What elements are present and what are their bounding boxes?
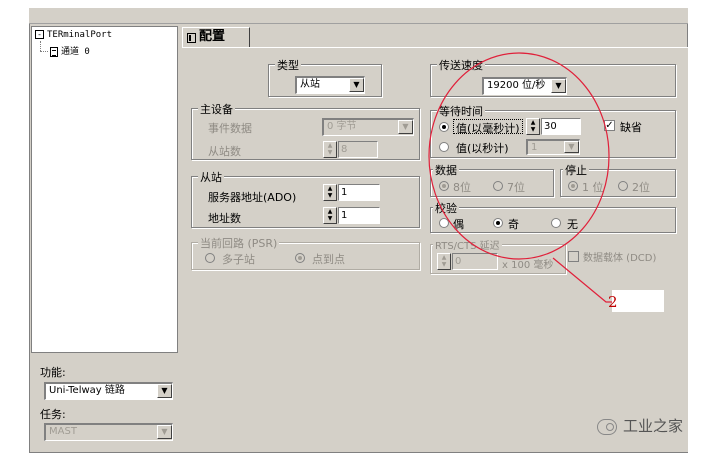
wechat-icon xyxy=(597,418,617,435)
annotation-circle xyxy=(428,52,610,260)
annotation-overlay xyxy=(428,52,660,303)
annotation-number: 2 xyxy=(608,293,618,311)
watermark-text: 工业之家 xyxy=(623,417,684,435)
annotation-box xyxy=(612,290,664,312)
watermark: 工业之家 xyxy=(597,415,683,436)
